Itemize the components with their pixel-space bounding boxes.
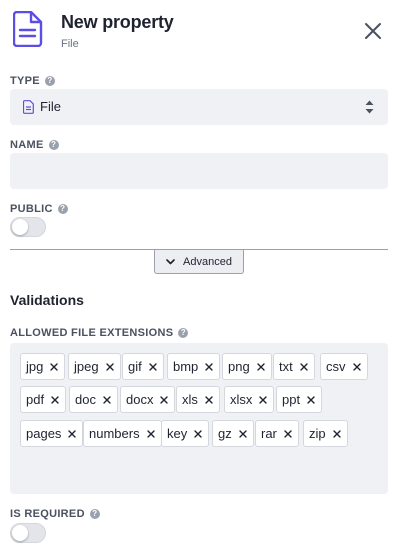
extension-tag: key <box>161 420 210 447</box>
public-label: PUBLIC ? <box>10 203 68 215</box>
help-icon[interactable]: ? <box>89 509 100 519</box>
extension-tag: bmp <box>167 353 221 380</box>
remove-tag-icon[interactable] <box>149 362 157 371</box>
extension-tag: rar <box>255 420 299 447</box>
remove-tag-icon[interactable] <box>307 395 315 404</box>
name-input[interactable] <box>10 153 388 189</box>
required-label: IS REQUIRED ? <box>10 508 100 520</box>
type-select-value: File <box>40 99 61 114</box>
remove-tag-icon[interactable] <box>300 362 308 371</box>
validations-title: Validations <box>10 292 84 308</box>
remove-tag-icon[interactable] <box>68 429 77 438</box>
extension-tag: jpg <box>20 353 66 380</box>
page-title: New property <box>61 12 174 32</box>
help-icon[interactable]: ? <box>44 76 55 86</box>
remove-tag-icon[interactable] <box>194 429 202 438</box>
remove-tag-icon[interactable] <box>239 429 247 438</box>
extension-tag: csv <box>320 353 368 380</box>
remove-tag-icon[interactable] <box>352 362 361 371</box>
file-icon <box>23 100 34 114</box>
advanced-button[interactable]: Advanced <box>154 250 244 274</box>
remove-tag-icon[interactable] <box>103 395 111 404</box>
extension-tag: gz <box>212 420 254 447</box>
remove-tag-icon[interactable] <box>259 395 268 404</box>
extension-tag: gif <box>122 353 164 380</box>
header: New property File <box>0 0 400 64</box>
toggle-knob <box>12 219 28 235</box>
remove-tag-icon[interactable] <box>146 429 155 438</box>
extension-tag: docx <box>120 386 176 413</box>
remove-tag-icon[interactable] <box>160 395 169 404</box>
remove-tag-icon[interactable] <box>105 362 114 371</box>
public-toggle[interactable] <box>10 217 46 237</box>
extension-tag: numbers <box>83 420 162 447</box>
remove-tag-icon[interactable] <box>205 362 213 371</box>
close-icon[interactable] <box>362 20 384 42</box>
extension-tag: doc <box>69 386 118 413</box>
extension-tag: pages <box>20 420 84 447</box>
extension-tag: zip <box>303 420 348 447</box>
extension-tag: xls <box>176 386 220 413</box>
remove-tag-icon[interactable] <box>205 395 213 404</box>
remove-tag-icon[interactable] <box>284 429 292 438</box>
name-label: NAME ? <box>10 139 59 151</box>
extension-tag: pdf <box>20 386 67 413</box>
file-document-icon <box>13 11 43 47</box>
extensions-label: ALLOWED FILE EXTENSIONS ? <box>10 327 189 339</box>
remove-tag-icon[interactable] <box>50 362 59 371</box>
page-subtitle: File <box>61 38 79 50</box>
extension-tag: ppt <box>276 386 323 413</box>
required-toggle[interactable] <box>10 523 46 543</box>
extensions-tag-input[interactable]: jpg jpeg gif bmp png txt csv pdf doc doc… <box>10 343 388 494</box>
extension-tag: txt <box>273 353 315 380</box>
select-arrows-icon <box>365 100 374 114</box>
type-label: TYPE ? <box>10 75 55 87</box>
remove-tag-icon[interactable] <box>51 395 59 404</box>
help-icon[interactable]: ? <box>48 140 59 150</box>
remove-tag-icon[interactable] <box>332 429 341 438</box>
type-select[interactable]: File <box>10 89 388 125</box>
toggle-knob <box>12 525 28 541</box>
extension-tag: png <box>222 353 272 380</box>
help-icon[interactable]: ? <box>178 328 189 338</box>
remove-tag-icon[interactable] <box>257 362 265 371</box>
help-icon[interactable]: ? <box>57 204 68 214</box>
chevron-down-icon <box>166 258 175 264</box>
extension-tag: jpeg <box>68 353 121 380</box>
extension-tag: xlsx <box>224 386 275 413</box>
